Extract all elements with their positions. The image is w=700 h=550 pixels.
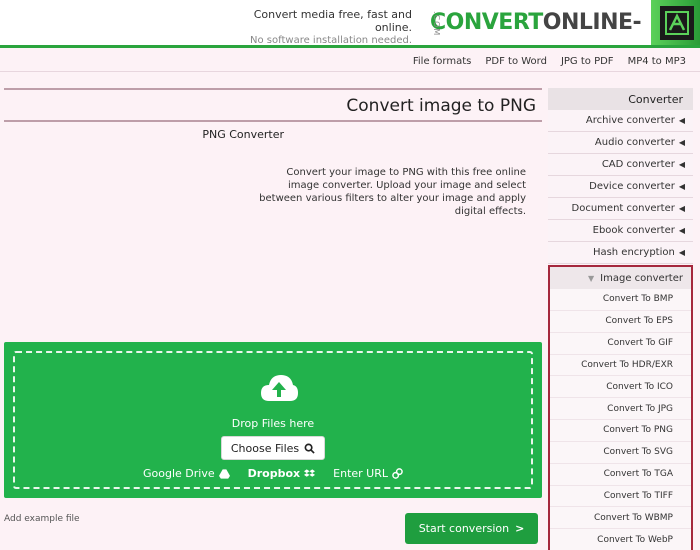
- start-conversion-label: Start conversion: [418, 522, 510, 535]
- sidebar-sub-gif[interactable]: Convert To GIF: [550, 332, 691, 355]
- enter-url-link[interactable]: Enter URL: [333, 467, 403, 480]
- logo-com: .COM: [432, 11, 441, 37]
- sidebar-item-label: Ebook converter: [592, 225, 675, 236]
- site-header: Convert media free, fast and online. No …: [0, 0, 700, 48]
- dropzone-dashed-area[interactable]: Drop Files here Choose Files Google Driv…: [13, 351, 533, 489]
- choose-files-button[interactable]: Choose Files: [221, 436, 325, 460]
- link-icon: [392, 468, 403, 479]
- sidebar-item-audio[interactable]: Audio converter ◀: [548, 132, 693, 154]
- sidebar-item-label: Archive converter: [585, 115, 675, 126]
- google-drive-icon: [218, 468, 230, 479]
- page-subtitle: PNG Converter: [202, 128, 284, 141]
- top-nav: File formats PDF to Word JPG to PDF MP4 …: [0, 52, 700, 72]
- enter-url-label: Enter URL: [333, 467, 388, 480]
- caret-left-icon: ◀: [678, 204, 685, 213]
- upload-dropzone[interactable]: Drop Files here Choose Files Google Driv…: [4, 342, 542, 498]
- sidebar-sub-tiff[interactable]: Convert To TIFF: [550, 485, 691, 508]
- sidebar-item-label: Hash encryption: [592, 247, 675, 258]
- sidebar-item-ebook[interactable]: Ebook converter ◀: [548, 220, 693, 242]
- caret-left-icon: ◀: [678, 116, 685, 125]
- sidebar-sub-ico[interactable]: Convert To ICO: [550, 376, 691, 399]
- topnav-jpg-to-pdf[interactable]: JPG to PDF: [561, 56, 614, 67]
- caret-left-icon: ◀: [678, 226, 685, 235]
- title-rule-bottom: [4, 120, 542, 122]
- tagline-line-1: Convert media free, fast and online.: [253, 8, 412, 34]
- sidebar-item-label: CAD converter: [601, 159, 675, 170]
- sidebar-item-label: Device converter: [589, 181, 675, 192]
- caret-left-icon: ◀: [678, 248, 685, 257]
- logo-green-block: [651, 0, 700, 45]
- caret-left-icon: ◀: [678, 138, 685, 147]
- choose-files-label: Choose Files: [230, 441, 300, 455]
- sidebar-sub-jpg[interactable]: Convert To JPG: [550, 398, 691, 421]
- start-conversion-button[interactable]: Start conversion >: [405, 513, 538, 544]
- sidebar-sub-hdr[interactable]: Convert To HDR/EXR: [550, 354, 691, 377]
- topnav-mp4-to-mp3[interactable]: MP4 to MP3: [628, 56, 686, 67]
- logo-wordmark: CONVERTONLINE-: [430, 10, 642, 35]
- page-title: Convert image to PNG: [346, 96, 536, 116]
- dropbox-icon: [304, 468, 316, 477]
- search-icon: [304, 443, 315, 454]
- tagline-line-2: No software installation needed.: [250, 35, 412, 46]
- sidebar-sub-svg[interactable]: Convert To SVG: [550, 441, 691, 464]
- sidebar-title: Converter: [548, 88, 693, 110]
- dropbox-label: Dropbox: [247, 467, 301, 480]
- logo-icon: [660, 5, 694, 40]
- upload-sources: Google Drive Dropbox Enter URL: [15, 467, 531, 480]
- dropbox-link[interactable]: Dropbox: [248, 467, 316, 480]
- google-drive-label: Google Drive: [143, 467, 215, 480]
- topnav-file-formats[interactable]: File formats: [413, 56, 472, 67]
- cloud-upload-icon: [261, 375, 298, 401]
- caret-down-icon: ▼: [588, 273, 595, 283]
- site-logo[interactable]: .COM CONVERTONLINE-: [430, 0, 700, 45]
- page-description: Convert your image to PNG with this free…: [259, 167, 526, 217]
- sidebar-sub-eps[interactable]: Convert To EPS: [550, 310, 691, 333]
- chevron-right-icon: >: [515, 522, 525, 535]
- sidebar-item-device[interactable]: Device converter ◀: [548, 176, 693, 198]
- sidebar-group-image: ▼ Image converter Convert To BMP Convert…: [548, 265, 693, 550]
- drop-files-label: Drop Files here: [231, 417, 315, 430]
- sidebar-group-label: Image converter: [600, 272, 683, 284]
- sidebar-item-cad[interactable]: CAD converter ◀: [548, 154, 693, 176]
- sidebar-sub-tga[interactable]: Convert To TGA: [550, 463, 691, 486]
- sidebar-item-hash[interactable]: Hash encryption ◀: [548, 242, 693, 264]
- main-content: Convert image to PNG PNG Converter: [4, 88, 542, 141]
- sidebar-item-image[interactable]: ▼ Image converter: [550, 267, 691, 289]
- google-drive-link[interactable]: Google Drive: [143, 467, 230, 480]
- sidebar-item-label: Document converter: [571, 203, 675, 214]
- sidebar-sub-bmp[interactable]: Convert To BMP: [550, 289, 691, 311]
- sidebar-item-archive[interactable]: Archive converter ◀: [548, 110, 693, 132]
- sidebar-sub-wbmp[interactable]: Convert To WBMP: [550, 507, 691, 530]
- sidebar-sub-png[interactable]: Convert To PNG: [550, 420, 691, 442]
- converter-sidebar: Converter Archive converter ◀ Audio conve…: [548, 88, 693, 550]
- sidebar-sub-webp[interactable]: Convert To WebP: [550, 529, 691, 550]
- sidebar-item-label: Audio converter: [594, 137, 675, 148]
- caret-left-icon: ◀: [678, 182, 685, 191]
- caret-left-icon: ◀: [678, 160, 685, 169]
- title-rule-top: [4, 88, 542, 90]
- sidebar-item-document[interactable]: Document converter ◀: [548, 198, 693, 220]
- site-tagline: Convert media free, fast and online. No …: [232, 8, 412, 47]
- topnav-pdf-to-word[interactable]: PDF to Word: [485, 56, 547, 67]
- add-example-file-link[interactable]: Add example file: [4, 514, 80, 524]
